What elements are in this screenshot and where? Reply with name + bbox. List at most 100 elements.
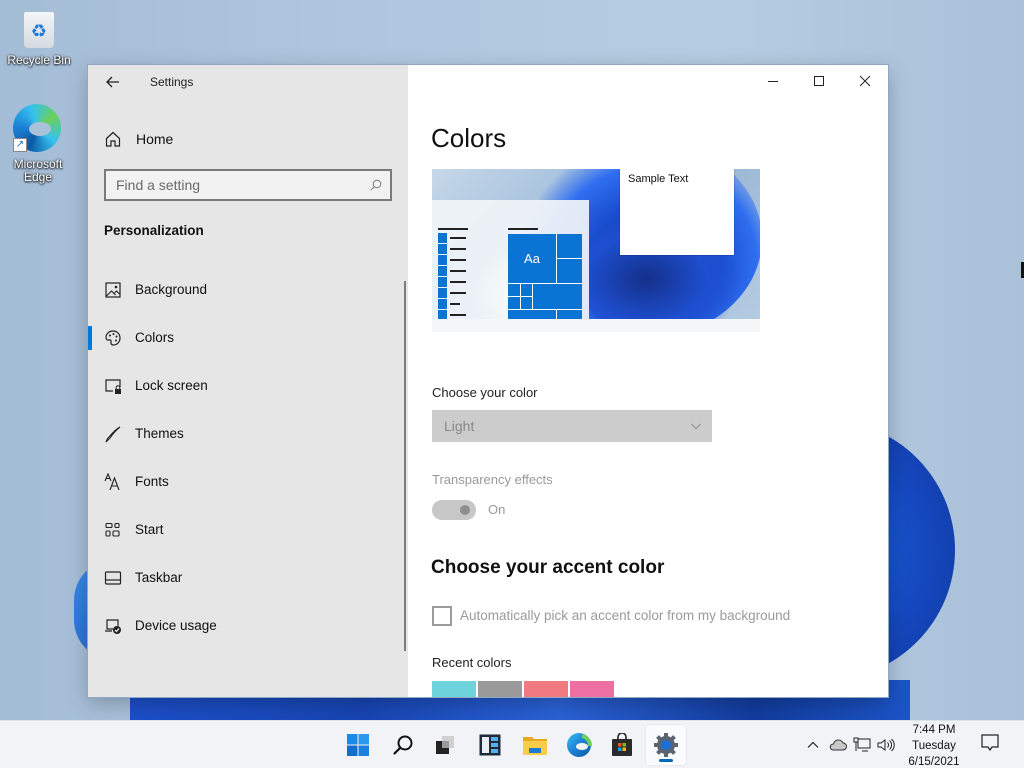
transparency-state: On (488, 502, 506, 517)
taskbar-file-explorer-button[interactable] (515, 725, 555, 765)
minimize-icon (768, 81, 778, 82)
taskbar-widgets-button[interactable] (470, 725, 510, 765)
lock-screen-icon (105, 379, 121, 394)
sample-text: Sample Text (628, 173, 689, 185)
nav-home-label: Home (136, 131, 174, 147)
recent-color-swatch[interactable] (432, 681, 476, 697)
taskbar-clock[interactable]: 7:44 PM Tuesday 6/15/2021 (900, 722, 968, 768)
search-icon (370, 179, 382, 191)
page-title: Colors (431, 123, 507, 153)
taskbar-store-button[interactable] (602, 725, 642, 765)
transparency-label: Transparency effects (432, 472, 553, 487)
search-placeholder: Find a setting (116, 177, 201, 193)
color-preview: Aa Sample Text (432, 169, 760, 332)
edge-icon (567, 733, 592, 757)
taskbar-search-button[interactable] (383, 725, 423, 765)
recent-colors-label: Recent colors (432, 655, 512, 670)
windows-start-icon (347, 734, 369, 756)
settings-content-pane: Colors Aa Sample Text Choose your color … (408, 65, 888, 697)
network-tray-button[interactable] (851, 735, 873, 755)
sidebar-item-fonts[interactable]: Fonts (88, 462, 398, 502)
store-icon (612, 733, 632, 756)
edge-icon: ↗ (13, 104, 63, 154)
settings-nav-pane: Settings Home Find a setting Personaliza… (88, 65, 408, 697)
desktop-icon-label: Edge (23, 170, 53, 184)
recycle-bin-icon: ♻ (21, 8, 57, 50)
arrow-left-icon (106, 76, 119, 88)
preview-tiles: Aa (508, 234, 582, 319)
choose-color-dropdown[interactable]: Light (432, 410, 712, 442)
onedrive-tray-button[interactable] (827, 735, 849, 755)
sidebar-item-label: Background (135, 282, 208, 297)
chevron-up-icon (807, 741, 819, 748)
maximize-button[interactable] (796, 65, 842, 97)
network-icon (853, 737, 871, 752)
notification-icon (981, 734, 999, 752)
recent-color-swatch[interactable] (524, 681, 568, 697)
choose-color-label: Choose your color (432, 385, 538, 400)
accent-color-heading: Choose your accent color (431, 557, 665, 578)
fonts-icon (104, 473, 120, 491)
palette-icon (105, 330, 121, 346)
sidebar-item-themes[interactable]: Themes (88, 414, 398, 454)
preview-tile: Aa (508, 234, 556, 283)
sidebar-item-start[interactable]: Start (88, 510, 398, 550)
clock-day: Tuesday (912, 740, 956, 752)
nav-home[interactable]: Home (104, 127, 173, 151)
desktop-icon-edge[interactable]: ↗ Microsoft Edge (0, 104, 76, 184)
sidebar-item-colors[interactable]: Colors (88, 318, 398, 358)
show-hidden-icons-button[interactable] (804, 735, 822, 755)
minimize-button[interactable] (750, 65, 796, 97)
sidebar-item-lock-screen[interactable]: Lock screen (88, 366, 398, 406)
folder-icon (523, 737, 547, 755)
task-view-icon (436, 736, 454, 754)
nav-scrollbar[interactable] (404, 281, 406, 651)
maximize-icon (814, 76, 824, 86)
sidebar-item-label: Device usage (135, 618, 217, 633)
home-icon (105, 131, 121, 147)
preview-sample-window: Sample Text (620, 169, 734, 255)
taskbar (0, 720, 1024, 768)
speaker-icon (877, 738, 895, 752)
auto-pick-accent-checkbox[interactable] (432, 606, 452, 626)
taskbar-task-view-button[interactable] (425, 725, 465, 765)
sidebar-item-background[interactable]: Background (88, 270, 398, 310)
recent-color-swatch[interactable] (570, 681, 614, 697)
back-button[interactable] (102, 71, 124, 93)
widgets-icon (479, 734, 501, 756)
recent-color-swatch[interactable] (478, 681, 522, 697)
search-icon (393, 735, 413, 755)
clock-time: 7:44 PM (912, 724, 956, 736)
sidebar-item-device-usage[interactable]: Device usage (88, 606, 398, 646)
notification-center-button[interactable] (980, 733, 1002, 755)
close-icon (859, 75, 871, 87)
shortcut-arrow-icon: ↗ (13, 138, 27, 152)
volume-tray-button[interactable] (875, 735, 897, 755)
dropdown-value: Light (444, 418, 475, 434)
taskbar-settings-button[interactable] (646, 725, 686, 765)
device-usage-icon (105, 619, 121, 634)
search-input[interactable]: Find a setting (104, 169, 392, 201)
picture-icon (105, 282, 121, 298)
chevron-down-icon (691, 423, 701, 430)
transparency-toggle[interactable] (432, 500, 476, 520)
sidebar-item-label: Lock screen (135, 378, 208, 393)
desktop-icon-label: Recycle Bin (7, 53, 71, 67)
taskbar-icon (104, 571, 122, 585)
taskbar-start-button[interactable] (338, 725, 378, 765)
toggle-knob (460, 505, 470, 515)
close-button[interactable] (842, 65, 888, 97)
section-title: Personalization (104, 223, 204, 238)
settings-window: Settings Home Find a setting Personaliza… (88, 65, 888, 697)
cloud-icon (829, 739, 847, 751)
auto-pick-accent-label: Automatically pick an accent color from … (460, 608, 791, 623)
taskbar-edge-button[interactable] (559, 725, 599, 765)
running-indicator (659, 759, 673, 762)
brush-icon (105, 426, 121, 443)
clock-date: 6/15/2021 (908, 756, 960, 768)
sidebar-item-taskbar[interactable]: Taskbar (88, 558, 398, 598)
sidebar-item-label: Start (135, 522, 164, 537)
gear-icon (654, 733, 678, 757)
sidebar-item-label: Fonts (135, 474, 169, 489)
desktop-icon-recycle-bin[interactable]: ♻ Recycle Bin (1, 8, 77, 67)
